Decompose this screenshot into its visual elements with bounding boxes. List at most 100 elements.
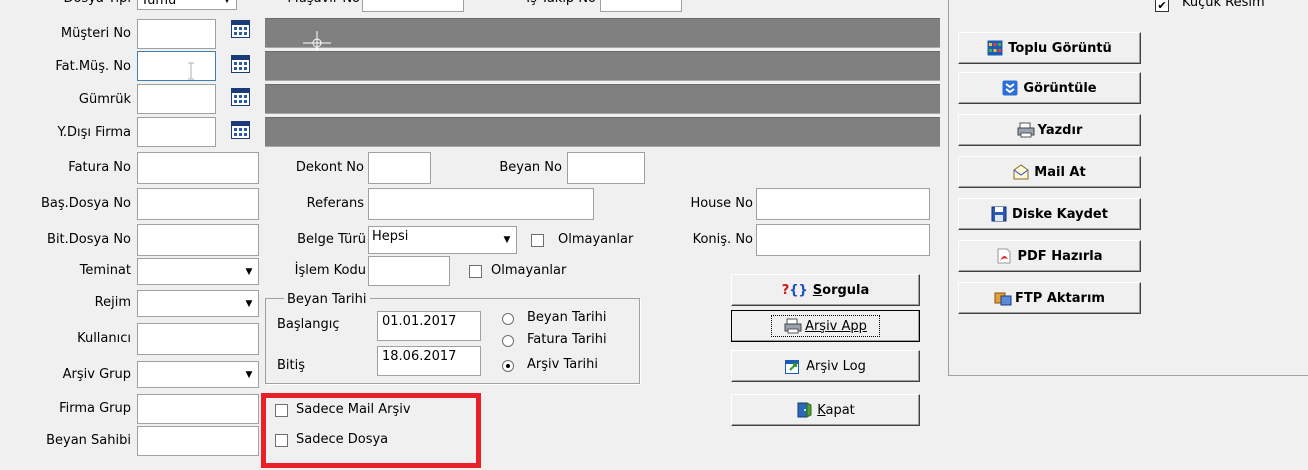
fatura-no-input[interactable] <box>137 152 259 184</box>
toplu-goruntu-label: Toplu Görüntü <box>1008 40 1112 56</box>
islem-kodu-input[interactable] <box>368 256 450 286</box>
printer-icon <box>1017 122 1035 138</box>
grid-icon <box>987 40 1003 56</box>
kapat-button[interactable]: Kapat <box>731 394 920 426</box>
kapat-label: Kapat <box>817 402 855 418</box>
y-disi-firma-name-field <box>265 117 940 147</box>
pdf-hazirla-label: PDF Hazırla <box>1017 248 1103 264</box>
beyan-tarihi-radio-label: Beyan Tarihi <box>527 310 607 325</box>
bitis-date-input[interactable]: 18.06.2017 <box>377 346 481 376</box>
chevron-down-icon: ▼ <box>503 235 511 245</box>
rejim-combo[interactable]: ▼ <box>137 290 259 317</box>
kullanici-input[interactable] <box>137 323 259 355</box>
dosya-tipi-value: Tümü <box>141 0 177 8</box>
fatura-tarihi-radio[interactable] <box>502 335 514 347</box>
highlight-box <box>261 393 481 468</box>
teminat-combo[interactable]: ▼ <box>137 258 259 285</box>
printer-icon <box>784 318 802 334</box>
house-no-label: House No <box>690 196 753 211</box>
mail-at-button[interactable]: Mail At <box>958 156 1141 188</box>
arsiv-log-label: Arşiv Log <box>806 358 866 374</box>
toplu-goruntu-button[interactable]: Toplu Görüntü <box>958 32 1141 64</box>
olmayanlar-belge-label: Olmayanlar <box>558 232 634 247</box>
kucuk-resim-label: Küçük Resim <box>1182 0 1265 10</box>
gumruk-input[interactable] <box>137 84 216 114</box>
is-takip-label: İş Takip No <box>470 0 596 9</box>
beyan-tarihi-radio[interactable] <box>502 313 514 325</box>
baslangic-date-input[interactable]: 01.01.2017 <box>377 311 481 341</box>
dekont-no-label: Dekont No <box>295 160 364 175</box>
y-disi-firma-label: Y.Dışı Firma <box>57 125 131 140</box>
kullanici-label: Kullanıcı <box>77 331 131 346</box>
belge-turu-value: Hepsi <box>372 229 409 244</box>
chevron-down-icon: ▼ <box>245 266 253 277</box>
ftp-aktarim-label: FTP Aktarım <box>1015 290 1105 306</box>
beyan-no-label: Beyan No <box>499 160 562 175</box>
belge-turu-combo[interactable]: Hepsi ▼ <box>368 226 517 254</box>
fatura-no-label: Fatura No <box>68 160 131 175</box>
is-takip-input[interactable] <box>600 0 682 12</box>
fat-mus-name-field <box>265 51 940 81</box>
sorgula-button[interactable]: ?{} Sorgula <box>731 274 920 306</box>
bas-dosya-no-label: Baş.Dosya No <box>41 196 131 211</box>
pdf-hazirla-button[interactable]: PDF Hazırla <box>958 240 1141 272</box>
beyan-sahibi-input[interactable] <box>137 426 259 456</box>
chevron-down-icon: ▼ <box>223 0 231 5</box>
olmayanlar-belge-checkbox[interactable] <box>531 234 544 247</box>
goruntule-label: Görüntüle <box>1023 80 1097 96</box>
chevron-down-icon: ▼ <box>245 298 253 309</box>
floppy-disk-icon <box>991 206 1007 222</box>
yazdir-label: Yazdır <box>1037 122 1083 138</box>
musavir-input[interactable] <box>362 0 464 12</box>
ftp-transfer-icon <box>994 290 1012 306</box>
beyan-sahibi-label: Beyan Sahibi <box>46 433 131 448</box>
pdf-icon <box>996 248 1012 264</box>
baslangic-label: Başlangıç <box>277 317 340 332</box>
islem-kodu-label: İşlem Kodu <box>294 263 366 278</box>
musteri-name-field <box>265 18 940 48</box>
bas-dosya-no-input[interactable] <box>137 188 259 220</box>
mail-icon <box>1013 164 1029 180</box>
rejim-label: Rejim <box>94 295 131 310</box>
dosya-tipi-combo[interactable]: Tümü ▼ <box>137 0 237 10</box>
gumruk-label: Gümrük <box>78 92 131 107</box>
calendar-icon[interactable] <box>231 121 250 139</box>
goruntule-button[interactable]: Görüntüle <box>958 72 1141 104</box>
calendar-icon[interactable] <box>231 55 250 73</box>
fat-mus-no-input[interactable] <box>137 51 216 81</box>
mail-at-label: Mail At <box>1034 164 1086 180</box>
bit-dosya-no-label: Bit.Dosya No <box>47 232 131 247</box>
y-disi-firma-input[interactable] <box>137 117 216 147</box>
arsiv-app-label: Arşiv App <box>805 318 867 334</box>
musteri-no-label: Müşteri No <box>60 26 131 41</box>
calendar-icon[interactable] <box>231 88 250 106</box>
arsiv-grup-label: Arşiv Grup <box>62 367 131 382</box>
olmayanlar-islem-checkbox[interactable] <box>469 265 482 278</box>
beyan-no-input[interactable] <box>567 152 645 184</box>
arsiv-tarihi-radio[interactable] <box>502 360 514 372</box>
kucuk-resim-checkbox[interactable]: ✔ <box>1155 0 1169 12</box>
house-no-input[interactable] <box>756 188 930 220</box>
firma-grup-input[interactable] <box>137 394 259 424</box>
referans-input[interactable] <box>368 188 594 220</box>
musavir-label: Müşavir No <box>240 0 360 9</box>
referans-label: Referans <box>306 196 364 211</box>
arsiv-app-button[interactable]: Arşiv App <box>731 310 920 342</box>
konis-no-input[interactable] <box>756 224 930 256</box>
fat-mus-no-label: Fat.Müş. No <box>55 59 131 74</box>
firma-grup-label: Firma Grup <box>59 401 131 416</box>
musteri-no-input[interactable] <box>137 19 216 49</box>
teminat-label: Teminat <box>79 263 131 278</box>
diske-kaydet-button[interactable]: Diske Kaydet <box>958 198 1141 230</box>
expand-icon <box>1002 80 1018 96</box>
arsiv-log-button[interactable]: Arşiv Log <box>731 350 920 382</box>
calendar-icon[interactable] <box>231 20 250 38</box>
yazdir-button[interactable]: Yazdır <box>958 114 1141 146</box>
chevron-down-icon: ▼ <box>245 369 253 380</box>
ftp-aktarim-button[interactable]: FTP Aktarım <box>958 282 1141 314</box>
gumruk-name-field <box>265 84 940 114</box>
arsiv-grup-combo[interactable]: ▼ <box>137 361 259 388</box>
dekont-no-input[interactable] <box>368 152 431 184</box>
bit-dosya-no-input[interactable] <box>137 224 259 256</box>
olmayanlar-islem-label: Olmayanlar <box>491 263 567 278</box>
